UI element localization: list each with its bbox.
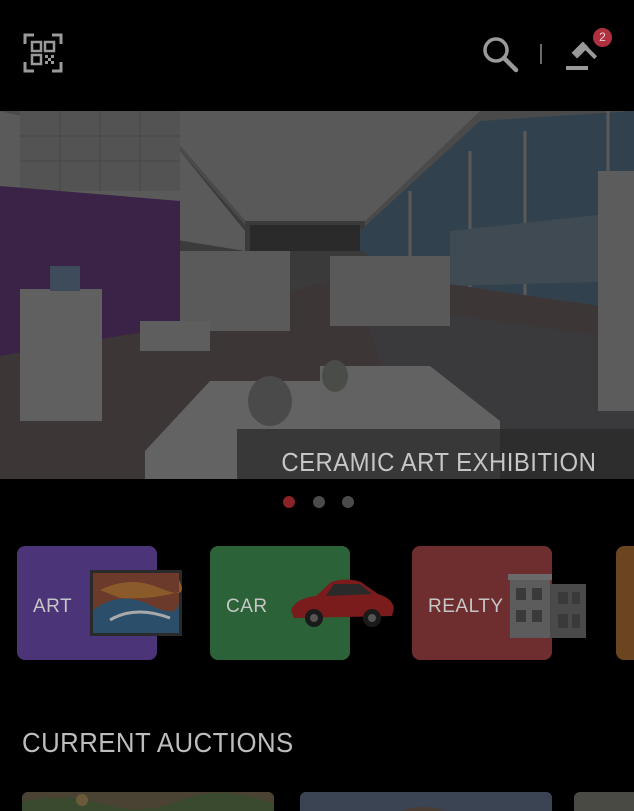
carousel-dot[interactable]	[313, 496, 325, 508]
auction-image	[300, 792, 552, 811]
category-label: ART	[33, 596, 73, 617]
qr-code-scan-icon[interactable]	[22, 32, 64, 74]
top-bar: 2	[0, 0, 634, 110]
category-label: CAR	[226, 596, 268, 617]
notification-badge: 2	[593, 28, 612, 47]
category-card-realty[interactable]: REALTY	[412, 546, 586, 660]
hero-caption-box: CERAMIC ART EXHIBITION	[237, 429, 634, 479]
gallery-photo	[0, 111, 634, 479]
header-divider	[540, 44, 542, 64]
category-card-partial[interactable]	[616, 546, 634, 660]
auction-image	[22, 792, 274, 811]
auction-card[interactable]	[300, 792, 552, 811]
car-image	[286, 572, 396, 637]
house-image	[508, 572, 592, 645]
current-auctions-title: CURRENT AUCTIONS	[22, 727, 294, 758]
category-carousel: ART CAR REALTY	[0, 546, 634, 666]
painting-image	[90, 570, 182, 641]
category-label: REALTY	[428, 596, 504, 617]
carousel-dot-active[interactable]	[283, 496, 295, 508]
category-card-art[interactable]: ART	[17, 546, 182, 660]
app-screen: 2 CERAMIC ART EXHIBITION ART CAR REALTY …	[0, 0, 634, 811]
hero-caption: CERAMIC ART EXHIBITION	[281, 447, 596, 477]
category-card-car[interactable]: CAR	[210, 546, 394, 660]
search-icon[interactable]	[480, 34, 520, 74]
hero-banner[interactable]: CERAMIC ART EXHIBITION	[0, 111, 634, 479]
auction-card[interactable]	[22, 792, 274, 811]
auction-card[interactable]	[574, 792, 634, 811]
carousel-dot[interactable]	[342, 496, 354, 508]
